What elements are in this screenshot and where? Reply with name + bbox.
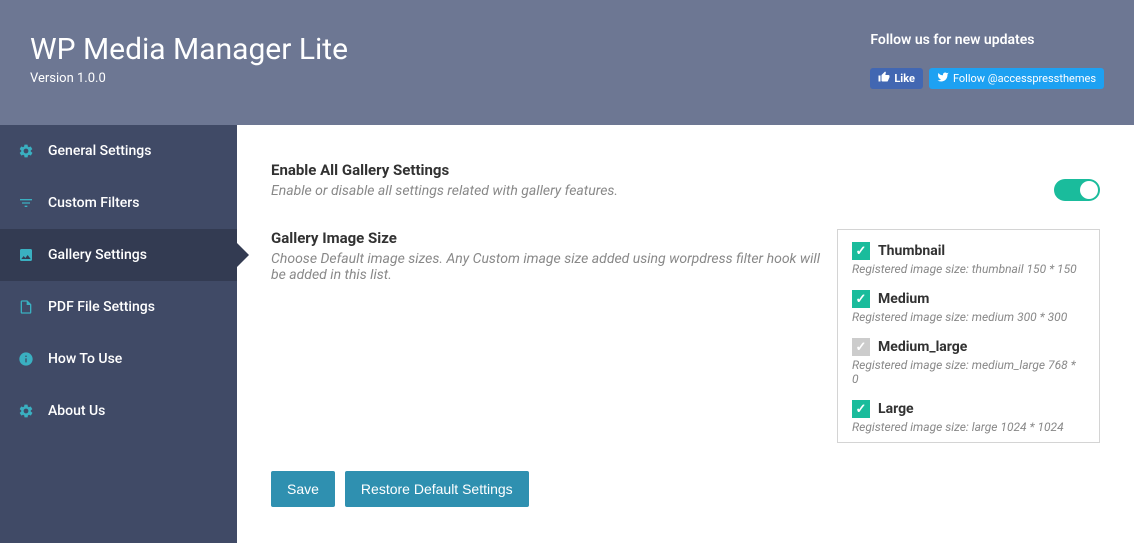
app-title: WP Media Manager Lite <box>30 32 348 67</box>
gear-icon <box>18 143 34 159</box>
image-size-desc: Choose Default image sizes. Any Custom i… <box>271 251 831 283</box>
restore-button[interactable]: Restore Default Settings <box>345 471 529 507</box>
image-size-title: Gallery Image Size <box>271 229 831 247</box>
size-item-large: ✓ Large Registered image size: large 102… <box>852 400 1085 434</box>
sidebar-item-label: Gallery Settings <box>48 247 147 263</box>
content-area: Enable All Gallery Settings Enable or di… <box>237 125 1134 543</box>
sidebar-item-label: General Settings <box>48 143 151 159</box>
tw-follow-label: Follow @accesspressthemes <box>953 72 1096 85</box>
info-icon <box>18 351 34 367</box>
app-version: Version 1.0.0 <box>30 71 348 86</box>
size-meta: Registered image size: thumbnail 150 * 1… <box>852 262 1085 276</box>
size-meta: Registered image size: large 1024 * 1024 <box>852 420 1085 434</box>
sidebar-item-pdf-file-settings[interactable]: PDF File Settings <box>0 281 237 333</box>
page-header: WP Media Manager Lite Version 1.0.0 Foll… <box>0 0 1134 125</box>
save-button[interactable]: Save <box>271 471 335 507</box>
twitter-follow-button[interactable]: Follow @accesspressthemes <box>929 68 1104 89</box>
follow-text: Follow us for new updates <box>870 32 1104 48</box>
sidebar-item-label: How To Use <box>48 351 122 367</box>
enable-all-toggle[interactable] <box>1054 179 1100 201</box>
checkbox-medium-large[interactable]: ✓ <box>852 338 870 356</box>
size-meta: Registered image size: medium_large 768 … <box>852 358 1085 386</box>
enable-all-title: Enable All Gallery Settings <box>271 161 831 179</box>
thumbs-up-icon <box>878 71 890 86</box>
size-name: Medium_large <box>878 339 967 355</box>
size-item-medium-large: ✓ Medium_large Registered image size: me… <box>852 338 1085 386</box>
image-icon <box>18 247 34 263</box>
sidebar-item-gallery-settings[interactable]: Gallery Settings <box>0 229 237 281</box>
sidebar-item-general-settings[interactable]: General Settings <box>0 125 237 177</box>
size-item-medium: ✓ Medium Registered image size: medium 3… <box>852 290 1085 324</box>
checkbox-medium[interactable]: ✓ <box>852 290 870 308</box>
sidebar-item-label: PDF File Settings <box>48 299 155 315</box>
facebook-like-button[interactable]: Like <box>870 68 923 89</box>
gear-icon <box>18 403 34 419</box>
fb-like-label: Like <box>894 72 915 85</box>
size-meta: Registered image size: medium 300 * 300 <box>852 310 1085 324</box>
image-size-list[interactable]: ✓ Thumbnail Registered image size: thumb… <box>837 229 1100 443</box>
sidebar-item-label: About Us <box>48 403 105 419</box>
filter-icon <box>18 195 34 211</box>
sidebar-item-custom-filters[interactable]: Custom Filters <box>0 177 237 229</box>
sidebar-item-label: Custom Filters <box>48 195 139 211</box>
size-name: Medium <box>878 291 929 307</box>
checkbox-thumbnail[interactable]: ✓ <box>852 242 870 260</box>
sidebar-item-how-to-use[interactable]: How To Use <box>0 333 237 385</box>
sidebar-item-about-us[interactable]: About Us <box>0 385 237 437</box>
size-name: Large <box>878 401 914 417</box>
checkbox-large[interactable]: ✓ <box>852 400 870 418</box>
twitter-icon <box>937 71 949 86</box>
size-item-thumbnail: ✓ Thumbnail Registered image size: thumb… <box>852 242 1085 276</box>
size-name: Thumbnail <box>878 243 945 259</box>
pdf-icon <box>18 299 34 315</box>
sidebar: General Settings Custom Filters Gallery … <box>0 125 237 543</box>
enable-all-desc: Enable or disable all settings related w… <box>271 183 831 199</box>
